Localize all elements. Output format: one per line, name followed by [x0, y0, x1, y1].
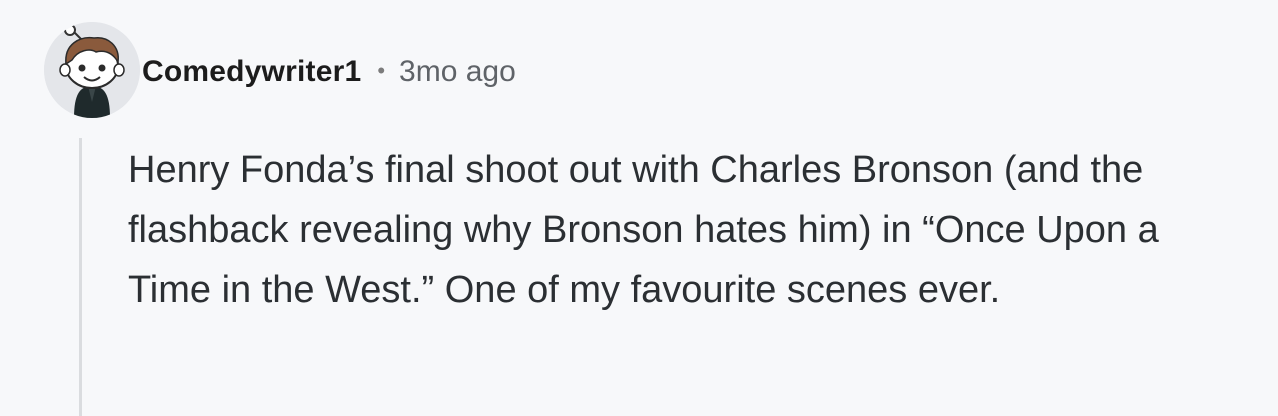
comment-meta: Comedywriter1 • 3mo ago [142, 50, 516, 94]
snoo-avatar-icon [44, 22, 140, 118]
meta-separator: • [377, 58, 386, 83]
comment-timestamp[interactable]: 3mo ago [399, 55, 516, 89]
thread-line[interactable] [79, 138, 82, 416]
user-avatar[interactable] [44, 22, 140, 118]
username-link[interactable]: Comedywriter1 [142, 55, 361, 89]
comment-body: Henry Fonda’s final shoot out with Charl… [128, 149, 1159, 311]
comment: Comedywriter1 • 3mo ago Henry Fonda’s fi… [0, 0, 1278, 416]
